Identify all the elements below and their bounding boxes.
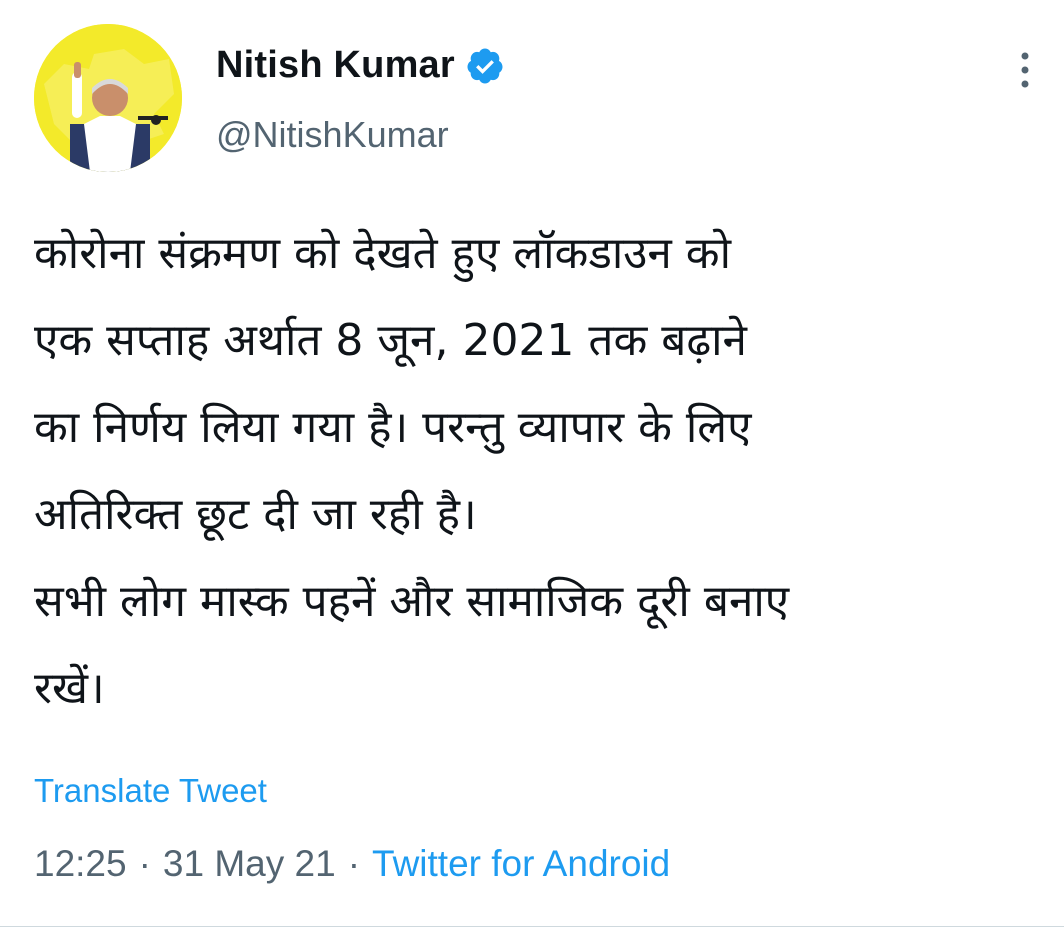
tweet-text-line: का निर्णय लिया गया है। परन्तु व्यापार के… <box>34 402 752 453</box>
tweet-meta: 12:25 · 31 May 21 · Twitter for Android <box>34 843 670 885</box>
meta-separator: · <box>138 843 151 884</box>
translate-tweet-link[interactable]: Translate Tweet <box>34 772 267 810</box>
more-options-button[interactable] <box>1010 48 1040 92</box>
tweet-text-line: सभी लोग मास्क पहनें और सामाजिक दूरी बनाए <box>34 576 790 627</box>
tweet-time[interactable]: 12:25 <box>34 843 127 884</box>
more-vertical-icon <box>1021 52 1029 88</box>
tweet-text-line: कोरोना संक्रमण को देखते हुए लॉकडाउन को <box>34 228 731 279</box>
author-display-name[interactable]: Nitish Kumar <box>216 44 455 87</box>
tweet-text-line: एक सप्ताह अर्थात 8 जून, 2021 तक बढ़ाने <box>34 315 747 366</box>
tweet-date[interactable]: 31 May 21 <box>163 843 336 884</box>
meta-separator: · <box>347 843 361 884</box>
tweet-text-line: अतिरिक्त छूट दी जा रही है। <box>34 489 477 540</box>
author-name-row[interactable]: Nitish Kumar <box>216 44 505 87</box>
divider <box>0 926 1064 927</box>
avatar[interactable] <box>34 24 182 172</box>
verified-badge-icon <box>467 48 503 83</box>
author-handle[interactable]: @NitishKumar <box>216 114 449 156</box>
tweet-text: कोरोना संक्रमण को देखते हुए लॉकडाउन को ए… <box>34 210 1058 732</box>
tweet-text-line: रखें। <box>34 663 105 714</box>
tweet-source-link[interactable]: Twitter for Android <box>372 843 670 884</box>
avatar-image <box>34 24 182 172</box>
